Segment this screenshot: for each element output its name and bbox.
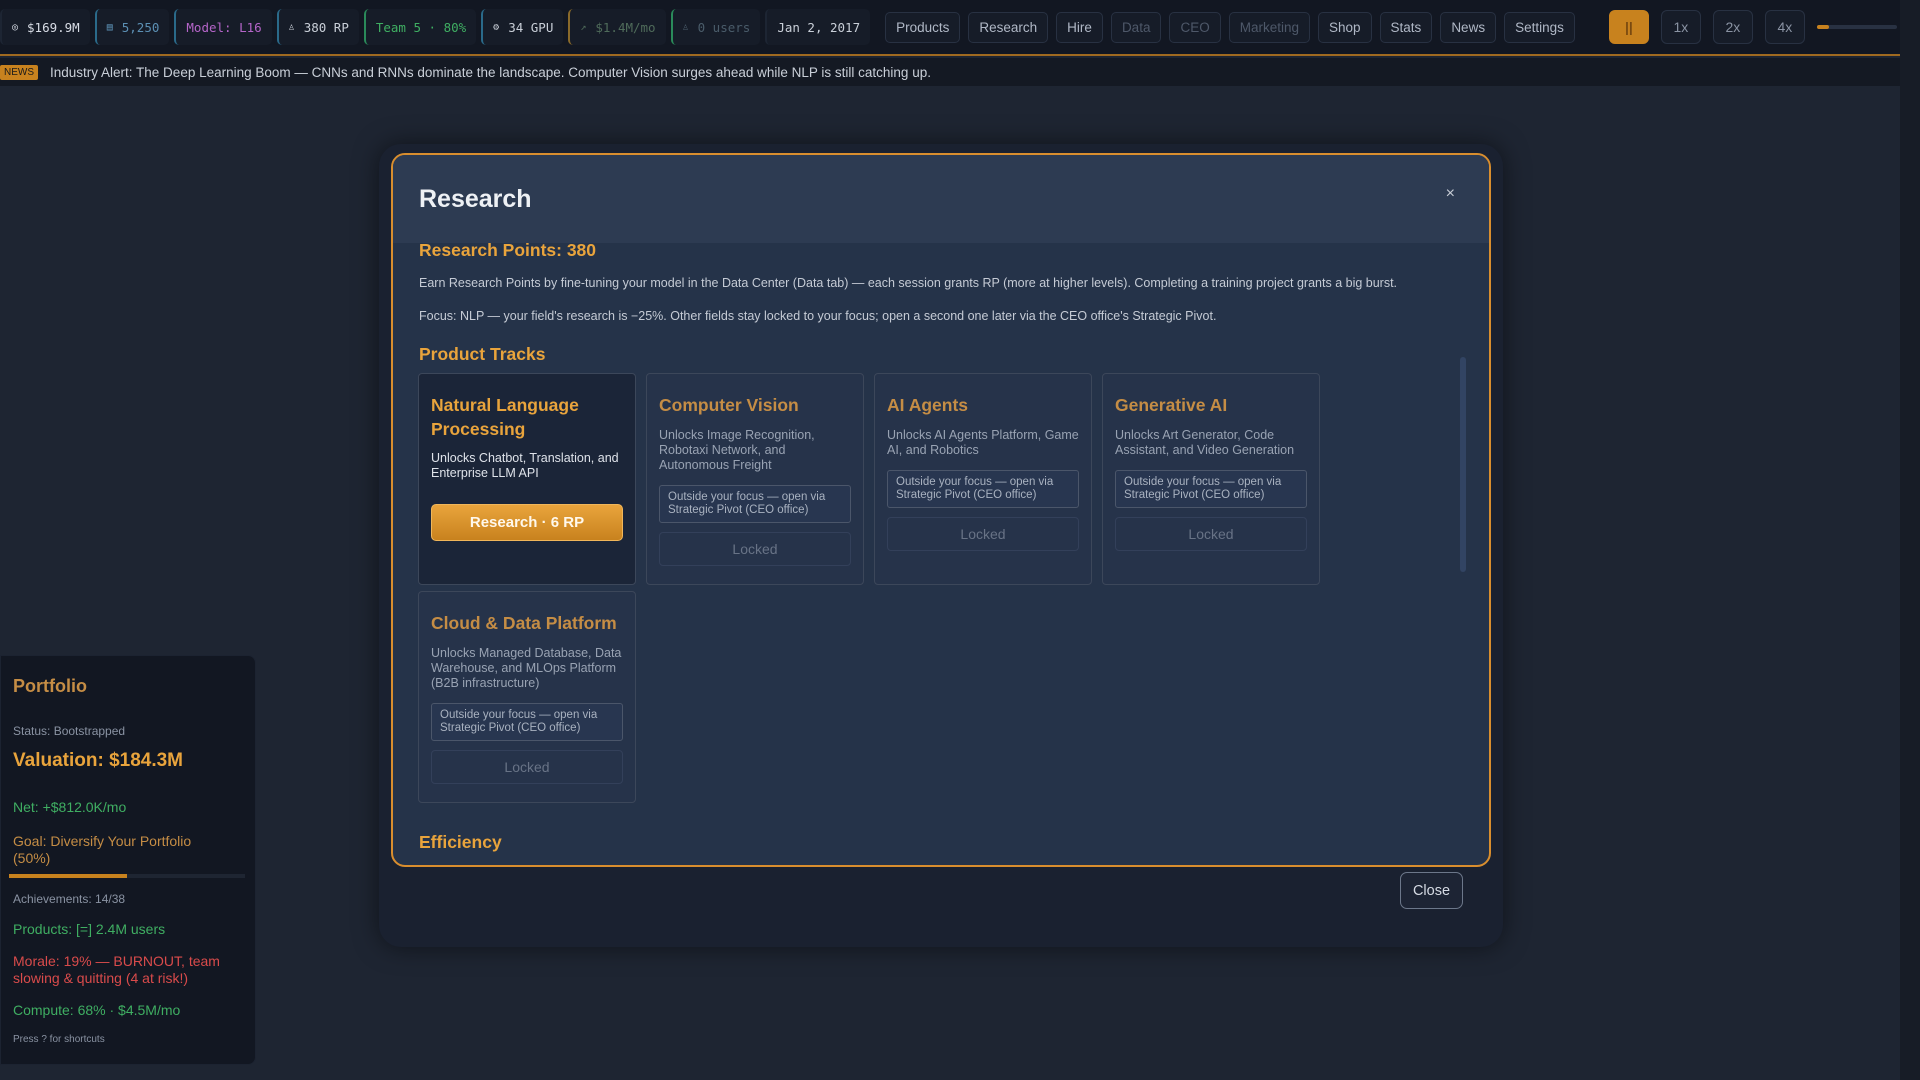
stat-value: 34 GPU (508, 19, 554, 35)
focus-warning: Outside your focus — open via Strategic … (887, 469, 1079, 509)
locked-button: Locked (431, 750, 623, 785)
nav-marketing[interactable]: Marketing (1228, 11, 1311, 43)
portfolio-achievements: Achievements: 14/38 (13, 892, 126, 906)
section-efficiency: Efficiency (419, 832, 502, 852)
portfolio-products: Products: [=] 2.4M users (13, 921, 166, 937)
goal-progress-fill (9, 874, 127, 878)
portfolio-goal: Goal: Diversify Your Portfolio (50%) (13, 833, 192, 866)
volume-slider-fill (1816, 25, 1829, 29)
portfolio-status: Status: Bootstrapped (13, 724, 126, 738)
portfolio-title: Portfolio (13, 676, 87, 696)
data-icon: ▤ (106, 21, 113, 33)
section-product-tracks: Product Tracks (419, 344, 546, 364)
track-description: Unlocks Chatbot, Translation, and Enterp… (431, 451, 619, 481)
close-icon[interactable]: × (1446, 185, 1455, 203)
stat-value: 5,250 (121, 19, 160, 35)
track-title: Computer Vision (659, 395, 799, 415)
nav-products[interactable]: Products (885, 11, 961, 43)
nav-hire[interactable]: Hire (1056, 11, 1103, 43)
focus-warning: Outside your focus — open via Strategic … (1115, 469, 1307, 509)
stat-value: Model: L16 (186, 19, 262, 35)
date-value: Jan 2, 2017 (777, 19, 861, 35)
pause-button[interactable]: || (1608, 10, 1649, 44)
portfolio-net: Net: +$812.0K/mo (13, 799, 127, 815)
stats-group: ◎ $169.9M ▤ 5,250 Model: L16 ♙ 380 RP Team … (0, 9, 875, 45)
track-description: Unlocks AI Agents Platform, Game AI, and… (887, 427, 1079, 457)
track-card-cloud-data-platform: Cloud & Data Platform Unlocks Managed Da… (418, 591, 636, 803)
focus-warning: Outside your focus — open via Strategic … (431, 702, 623, 742)
goal-progress-bar (9, 874, 245, 878)
stat-cash: ◎ $169.9M (0, 9, 90, 45)
stat-value: 380 RP (303, 19, 349, 35)
research-info-text: Earn Research Points by fine-tuning your… (419, 276, 1398, 290)
news-badge: NEWS (0, 64, 38, 80)
shortcut-hint: Press ? for shortcuts (13, 1034, 105, 1045)
page-scrollbar[interactable] (1900, 0, 1920, 1080)
nav-research[interactable]: Research (968, 11, 1049, 43)
stat-data: ▤ 5,250 (94, 9, 170, 45)
stat-research-points: ♙ 380 RP (276, 9, 359, 45)
locked-button: Locked (887, 517, 1079, 552)
stat-team: Team 5 · 80% (363, 9, 477, 45)
stat-users: ♙ 0 users (670, 9, 761, 45)
speed-2x-button[interactable]: 2x (1712, 10, 1753, 44)
track-title: Generative AI (1115, 395, 1228, 415)
close-button[interactable]: Close (1400, 872, 1463, 909)
research-icon: ♙ (288, 21, 295, 33)
main-nav: Products Research Hire Data CEO Marketin… (885, 11, 1583, 43)
speed-controls: || 1x 2x 4x (1608, 10, 1897, 44)
speed-1x-button[interactable]: 1x (1660, 10, 1701, 44)
portfolio-morale: Morale: 19% — BURNOUT, team slowing & qu… (13, 953, 220, 986)
portfolio-compute: Compute: 68% · $4.5M/mo (13, 1002, 181, 1018)
volume-slider[interactable] (1816, 25, 1897, 29)
portfolio-valuation: Valuation: $184.3M (13, 750, 184, 771)
trend-up-icon: ↗ (580, 21, 587, 33)
nav-shop[interactable]: Shop (1318, 11, 1372, 43)
stat-gpu: ⚙ 34 GPU (481, 9, 564, 45)
locked-button: Locked (659, 532, 851, 567)
track-card-ai-agents: AI Agents Unlocks AI Agents Platform, Ga… (874, 373, 1092, 585)
stat-revenue: ↗ $1.4M/mo (568, 9, 666, 45)
stat-value: $169.9M (27, 19, 80, 35)
track-card-computer-vision: Computer Vision Unlocks Image Recognitio… (646, 373, 864, 585)
track-title: AI Agents (887, 395, 969, 415)
pause-icon: || (1624, 19, 1633, 35)
coin-icon: ◎ (12, 21, 19, 33)
stat-value: Team 5 · 80% (375, 19, 467, 35)
nav-stats[interactable]: Stats (1379, 11, 1433, 43)
stat-date: Jan 2, 2017 (765, 9, 871, 45)
nav-news[interactable]: News (1440, 11, 1497, 43)
research-focus-text: Focus: NLP — your field's research is −2… (419, 309, 1217, 323)
research-points-label: Research Points: 380 (419, 240, 597, 260)
track-card-generative-ai: Generative AI Unlocks Art Generator, Cod… (1102, 373, 1320, 585)
research-modal: Research × Research Points: 380 Earn Res… (391, 153, 1491, 867)
locked-button: Locked (1115, 517, 1307, 552)
nav-data[interactable]: Data (1110, 11, 1162, 43)
nav-settings[interactable]: Settings (1504, 11, 1575, 43)
track-card-nlp: Natural Language Processing Unlocks Chat… (418, 373, 636, 585)
news-text: Industry Alert: The Deep Learning Boom —… (50, 64, 931, 80)
modal-scrollbar[interactable] (1460, 357, 1466, 572)
track-description: Unlocks Managed Database, Data Warehouse… (431, 645, 622, 690)
focus-warning: Outside your focus — open via Strategic … (659, 484, 851, 524)
stat-value: $1.4M/mo (595, 19, 656, 35)
modal-header: Research × (393, 155, 1489, 243)
gpu-icon: ⚙ (493, 21, 500, 33)
track-description: Unlocks Image Recognition, Robotaxi Netw… (659, 427, 815, 472)
user-icon: ♙ (682, 21, 689, 33)
news-ticker: NEWS Industry Alert: The Deep Learning B… (0, 58, 1900, 86)
stat-model: Model: L16 (174, 9, 272, 45)
nav-ceo[interactable]: CEO (1169, 11, 1221, 43)
stat-value: 0 users (697, 19, 751, 35)
speed-4x-button[interactable]: 4x (1764, 10, 1805, 44)
modal-title: Research (419, 184, 532, 213)
track-title: Natural Language Processing (431, 395, 579, 439)
track-description: Unlocks Art Generator, Code Assistant, a… (1115, 427, 1295, 457)
portfolio-panel: Portfolio Status: Bootstrapped Valuation… (0, 655, 256, 1065)
track-title: Cloud & Data Platform (431, 613, 617, 633)
research-nlp-button[interactable]: Research · 6 RP (431, 504, 623, 542)
top-status-bar: ◎ $169.9M ▤ 5,250 Model: L16 ♙ 380 RP Team … (0, 0, 1900, 56)
